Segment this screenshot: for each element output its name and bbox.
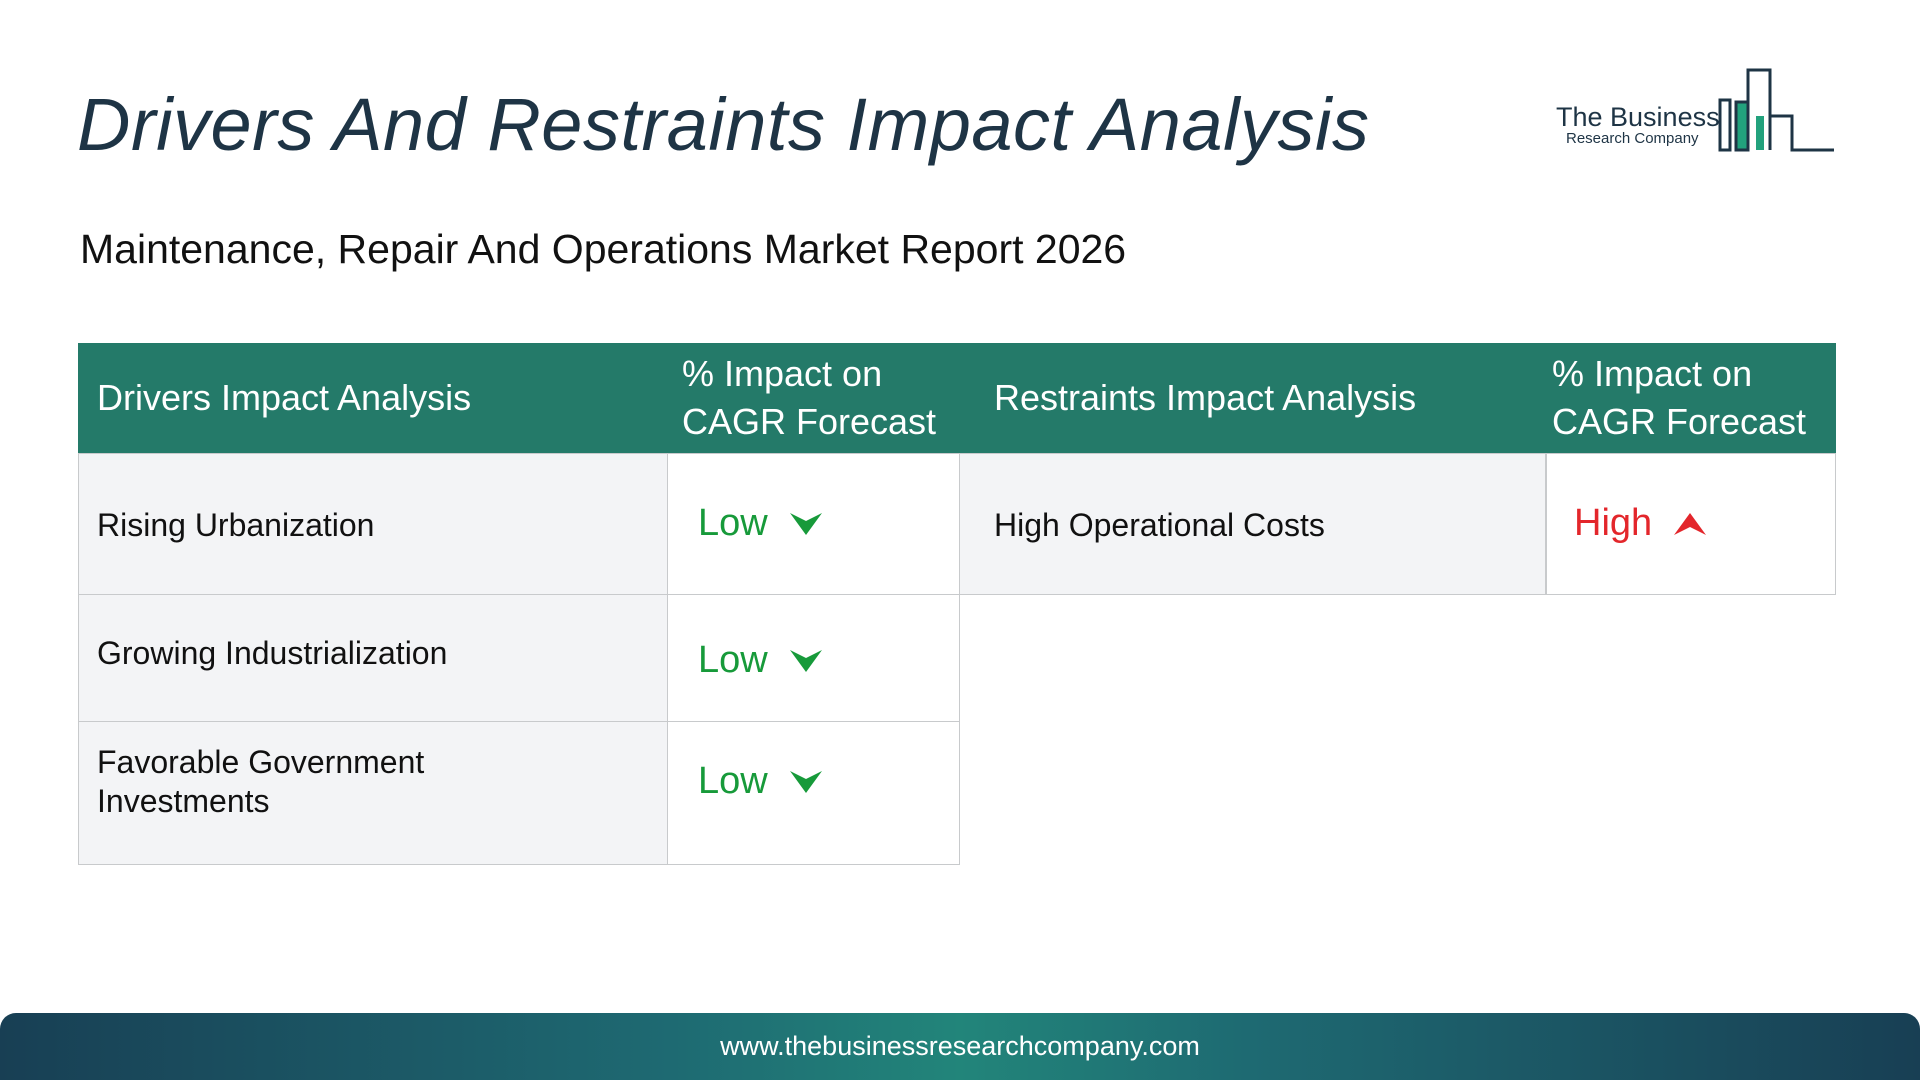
- driver-impact-1: Low: [698, 502, 824, 545]
- arrow-down-icon: [789, 512, 822, 535]
- restraint-impact-1: High: [1574, 502, 1708, 545]
- company-logo: The Business Research Company: [1550, 66, 1840, 156]
- driver-label-line2: Investments: [97, 783, 270, 819]
- impact-value: Low: [698, 502, 768, 544]
- driver-impact-2: Low: [698, 639, 824, 682]
- header-drivers-impact-line2: CAGR Forecast: [682, 401, 937, 442]
- driver-impact-cell-3: Low: [667, 721, 960, 865]
- table-header: Drivers Impact Analysis % Impact on CAGR…: [78, 343, 1836, 453]
- arrow-down-icon: [789, 770, 822, 793]
- table-row-driver-2: Growing Industrialization: [78, 594, 668, 722]
- restraint-impact-cell-1: High: [1545, 453, 1836, 595]
- header-restraints: Restraints Impact Analysis: [994, 377, 1417, 418]
- header-drivers-impact-line1: % Impact on: [682, 353, 883, 394]
- impact-value: Low: [698, 760, 768, 802]
- driver-impact-cell-1: Low: [667, 453, 960, 595]
- arrow-down-icon: [789, 649, 822, 672]
- report-subtitle: Maintenance, Repair And Operations Marke…: [80, 226, 1127, 272]
- header-restraints-impact-line2: CAGR Forecast: [1552, 401, 1807, 442]
- footer-bar: www.thebusinessresearchcompany.com: [0, 1013, 1920, 1080]
- slide: Drivers And Restraints Impact Analysis T…: [0, 0, 1920, 1080]
- table-row-restraint-1: High Operational Costs: [959, 453, 1546, 595]
- driver-label: Growing Industrialization: [97, 635, 448, 671]
- header-drivers: Drivers Impact Analysis: [97, 377, 472, 418]
- driver-impact-3: Low: [698, 760, 824, 803]
- page-title: Drivers And Restraints Impact Analysis: [77, 83, 1370, 166]
- header-restraints-impact-line1: % Impact on: [1552, 353, 1753, 394]
- table-row-driver-1: Rising Urbanization: [78, 453, 668, 595]
- impact-value: Low: [698, 639, 768, 681]
- logo-subtitle: Research Company: [1566, 130, 1699, 147]
- footer-url[interactable]: www.thebusinessresearchcompany.com: [0, 1031, 1920, 1062]
- restraint-label: High Operational Costs: [994, 507, 1325, 543]
- driver-label-line1: Favorable Government: [97, 744, 425, 780]
- driver-label: Rising Urbanization: [97, 507, 375, 543]
- table-row-driver-3: Favorable Government Investments: [78, 721, 668, 865]
- driver-impact-cell-2: Low: [667, 594, 960, 722]
- logo-name: The Business: [1556, 102, 1720, 132]
- impact-value: High: [1574, 502, 1653, 544]
- arrow-up-icon: [1674, 512, 1707, 535]
